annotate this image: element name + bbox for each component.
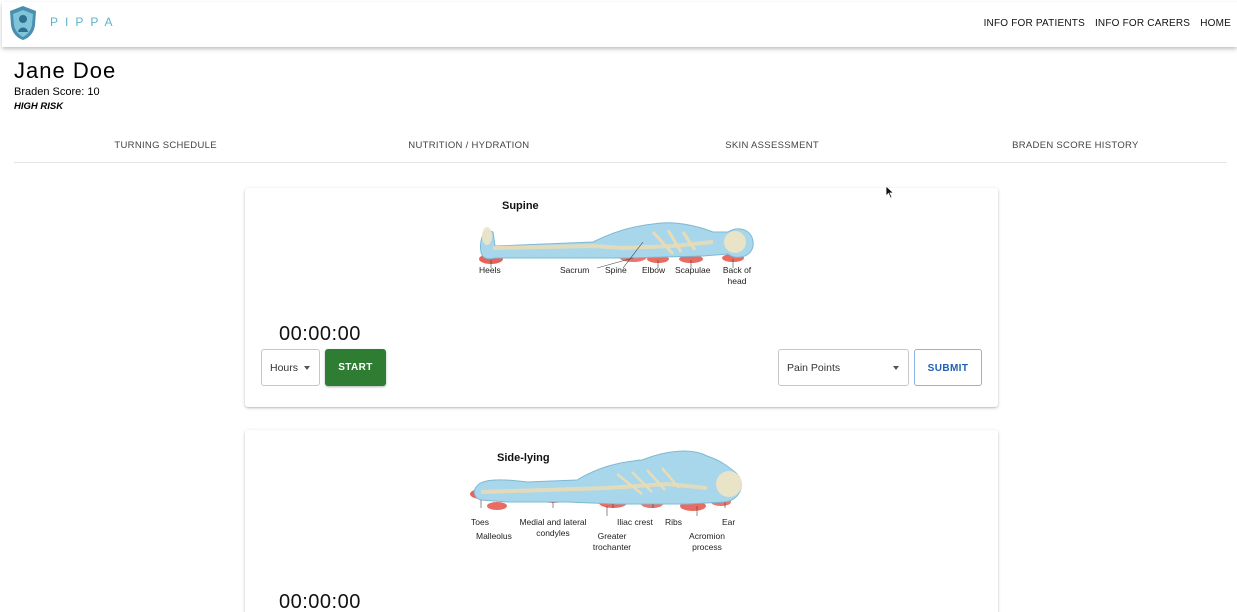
pain-points-select[interactable]: Pain Points <box>778 349 909 386</box>
label-medial-lateral-condyles: Medial and lateral condyles <box>519 517 587 538</box>
label-sacrum: Sacrum <box>560 265 590 275</box>
label-spine: Spine <box>605 265 627 275</box>
supine-body-illustration <box>479 222 754 269</box>
top-nav: INFO FOR PATIENTS INFO FOR CARERS HOME <box>984 18 1231 29</box>
dropdown-caret-icon <box>893 366 899 370</box>
patient-name: Jane Doe <box>14 58 117 83</box>
nav-info-for-carers[interactable]: INFO FOR CARERS <box>1095 18 1190 29</box>
brand-name[interactable]: PIPPA <box>50 15 119 29</box>
label-ribs: Ribs <box>665 517 683 527</box>
label-back-of-head: Back of head <box>722 265 752 286</box>
supine-card: Supine Heels Sacrum Spine Elbow Scapulae… <box>245 188 998 407</box>
side-lying-body-illustration <box>470 450 742 516</box>
app-bar: PIPPA INFO FOR PATIENTS INFO FOR CARERS … <box>2 2 1237 47</box>
submit-button[interactable]: SUBMIT <box>914 349 982 386</box>
label-malleolus: Malleolus <box>476 531 512 541</box>
label-iliac-crest: Iliac crest <box>617 517 653 527</box>
tab-braden-score-history[interactable]: BRADEN SCORE HISTORY <box>924 132 1227 162</box>
hours-select[interactable]: Hours <box>261 349 320 386</box>
label-greater-trochanter: Greater trochanter <box>592 531 632 552</box>
pain-points-select-value: Pain Points <box>787 362 841 374</box>
turning-timer: 00:00:00 <box>279 591 361 612</box>
braden-score: Braden Score: 10 <box>14 86 100 98</box>
tab-turning-schedule[interactable]: TURNING SCHEDULE <box>14 132 317 162</box>
label-acromion-process: Acromion process <box>689 531 725 552</box>
nav-home[interactable]: HOME <box>1200 18 1231 29</box>
label-ear: Ear <box>722 517 736 527</box>
nav-info-for-patients[interactable]: INFO FOR PATIENTS <box>984 18 1085 29</box>
start-button[interactable]: START <box>325 349 386 386</box>
side-lying-card: Side-lying Toes Medial and lateral condy… <box>245 430 998 612</box>
mouse-cursor-icon <box>885 185 895 199</box>
risk-level: HIGH RISK <box>14 101 64 112</box>
section-tabs: TURNING SCHEDULE NUTRITION / HYDRATION S… <box>14 132 1227 163</box>
label-heels: Heels <box>479 265 501 275</box>
hours-select-value: Hours <box>270 362 299 374</box>
turning-timer: 00:00:00 <box>279 323 361 345</box>
label-scapulae: Scapulae <box>675 265 711 275</box>
label-elbow: Elbow <box>642 265 666 275</box>
tab-skin-assessment[interactable]: SKIN ASSESSMENT <box>621 132 924 162</box>
label-toes: Toes <box>471 517 489 527</box>
dropdown-caret-icon <box>304 366 310 370</box>
shield-logo-icon[interactable] <box>8 5 38 41</box>
tab-nutrition-hydration[interactable]: NUTRITION / HYDRATION <box>317 132 620 162</box>
